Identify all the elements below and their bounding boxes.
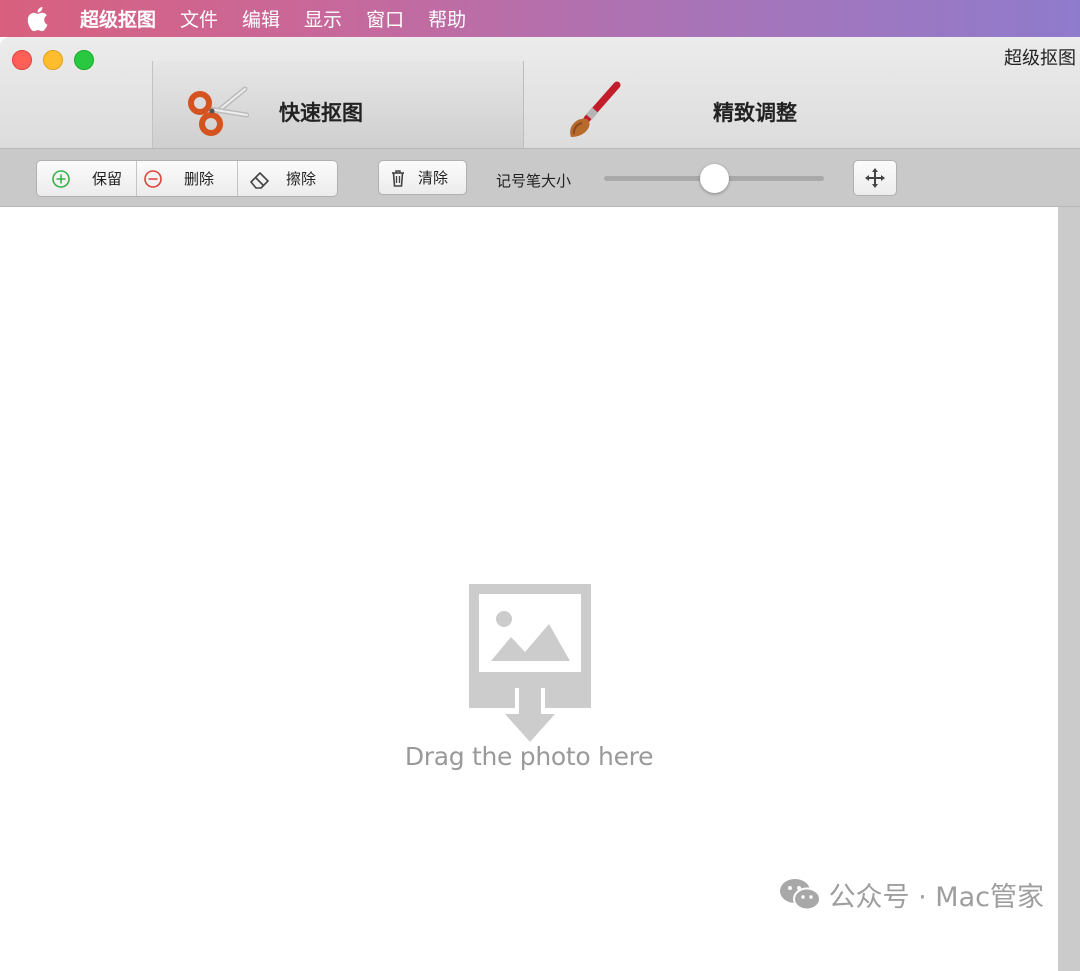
vertical-scrollbar[interactable] (1058, 207, 1080, 971)
menu-edit[interactable]: 编辑 (242, 5, 280, 32)
wechat-icon (779, 878, 821, 910)
move-button[interactable] (853, 160, 897, 196)
eraser-icon (250, 171, 269, 189)
menu-bar: 超级抠图 文件 编辑 显示 窗口 帮助 (0, 0, 1080, 37)
marker-size-label: 记号笔大小 (496, 172, 572, 190)
mark-tools-segmented-control: 保留 删除 擦除 (36, 160, 338, 197)
paintbrush-icon (565, 79, 623, 145)
minus-circle-icon (144, 169, 162, 188)
clear-button[interactable]: 清除 (378, 160, 467, 195)
keep-button-label: 保留 (92, 170, 123, 188)
menu-app-name[interactable]: 超级抠图 (80, 5, 156, 32)
erase-button[interactable]: 擦除 (238, 161, 337, 196)
photo-drop-area[interactable]: Drag the photo here (0, 207, 1058, 971)
app-window: 超级抠图 快速抠图 精致调整 保留 删除 擦除 清除 记号笔大小 Drag th… (0, 37, 1080, 971)
drop-hint-text: Drag the photo here (404, 742, 654, 771)
delete-button-label: 删除 (184, 170, 215, 188)
menu-window[interactable]: 窗口 (366, 5, 404, 32)
menu-help[interactable]: 帮助 (428, 5, 466, 32)
window-controls (12, 50, 94, 70)
trash-icon (392, 169, 404, 187)
close-window-button[interactable] (12, 50, 32, 70)
image-drop-icon (469, 584, 591, 748)
tab-fine-adjust[interactable]: 精致调整 (523, 61, 1080, 148)
toolbar: 保留 删除 擦除 清除 记号笔大小 (0, 149, 1080, 207)
slider-knob[interactable] (699, 164, 729, 193)
tab-bar: 超级抠图 快速抠图 精致调整 (0, 37, 1080, 149)
clear-button-label: 清除 (418, 169, 449, 187)
marker-size-slider[interactable] (604, 164, 824, 193)
scissors-icon (187, 79, 250, 143)
tab-quick-cutout[interactable]: 快速抠图 (152, 61, 524, 148)
menu-view[interactable]: 显示 (304, 5, 342, 32)
keep-button[interactable]: 保留 (37, 161, 137, 196)
move-arrows-icon (865, 168, 885, 188)
apple-menu-icon[interactable] (26, 6, 56, 32)
plus-circle-icon (52, 169, 70, 188)
watermark-text: 公众号 · Mac管家 (828, 882, 1044, 913)
tab-fine-adjust-label: 精致调整 (713, 101, 797, 125)
minimize-window-button[interactable] (43, 50, 63, 70)
watermark: 公众号 · Mac管家 (779, 875, 1044, 914)
zoom-window-button[interactable] (74, 50, 94, 70)
erase-button-label: 擦除 (286, 170, 317, 188)
delete-button[interactable]: 删除 (137, 161, 238, 196)
tab-quick-cutout-label: 快速抠图 (279, 101, 363, 125)
menu-file[interactable]: 文件 (180, 5, 218, 32)
